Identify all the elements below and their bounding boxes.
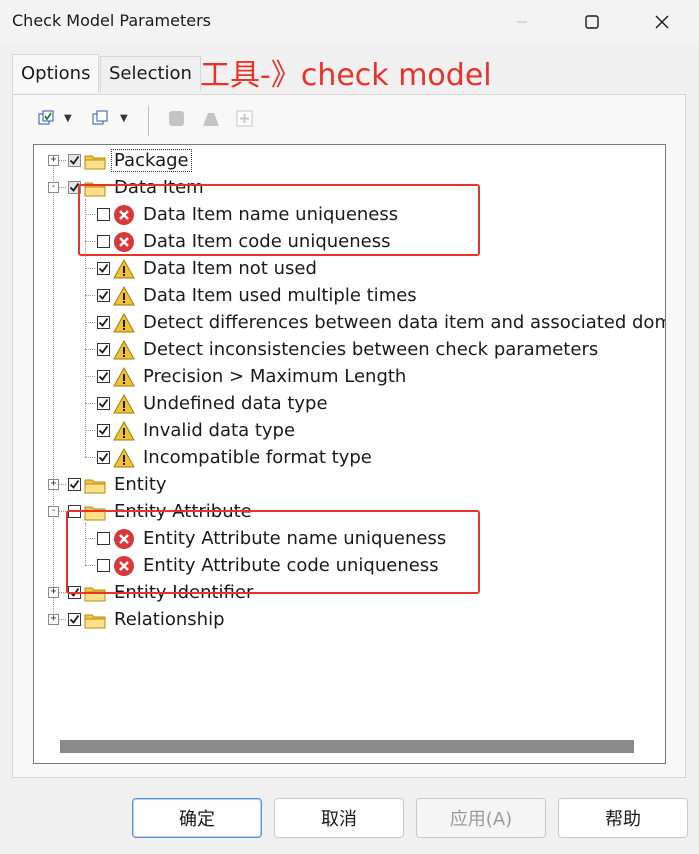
tree-connector (85, 457, 95, 458)
checkbox[interactable] (68, 613, 81, 626)
ok-button[interactable]: 确定 (132, 798, 262, 838)
checkbox[interactable] (97, 343, 110, 356)
checkbox[interactable] (68, 478, 81, 491)
tree-item-label: Data Item used multiple times (143, 285, 417, 306)
tree-check-item[interactable]: Undefined data type (85, 390, 330, 417)
tree-connector (53, 161, 54, 621)
tree-connector (85, 349, 95, 350)
collapse-icon[interactable]: - (48, 182, 59, 193)
triangle-icon[interactable] (200, 108, 222, 130)
tree-connector (85, 268, 95, 269)
tree-connector (59, 511, 66, 512)
add-icon[interactable] (234, 108, 256, 130)
tree-item-label: Package (111, 149, 192, 172)
tree-category-node[interactable]: + Relationship (48, 606, 227, 633)
uncheck-all-dropdown-icon[interactable]: ▼ (120, 108, 132, 130)
tree-connector (59, 592, 66, 593)
tree-check-item[interactable]: Precision > Maximum Length (85, 363, 408, 390)
checkbox[interactable] (97, 451, 110, 464)
close-button[interactable] (627, 0, 697, 44)
tree-item-label: Detect inconsistencies between check par… (143, 339, 599, 360)
checkbox[interactable] (97, 289, 110, 302)
checkbox[interactable] (97, 370, 110, 383)
expand-icon[interactable]: + (48, 614, 59, 625)
tree-item-label: Entity (114, 474, 167, 495)
collapse-icon[interactable]: - (48, 506, 59, 517)
cancel-button[interactable]: 取消 (274, 798, 404, 838)
horizontal-scrollbar[interactable] (60, 740, 634, 753)
check-all-icon[interactable] (36, 108, 58, 130)
minimize-button[interactable] (487, 0, 557, 44)
tree-connector (59, 160, 66, 161)
warning-icon (113, 285, 135, 307)
maximize-button[interactable] (557, 0, 627, 44)
tree-item-label: Incompatible format type (143, 447, 372, 468)
checkbox[interactable] (97, 397, 110, 410)
help-button[interactable]: 帮助 (558, 798, 688, 838)
checkbox[interactable] (97, 424, 110, 437)
folder-icon (84, 150, 106, 172)
tree-item-label: Invalid data type (143, 420, 296, 441)
warning-icon (113, 312, 135, 334)
folder-icon (84, 609, 106, 631)
annotation-text: 工具-》check model (200, 58, 492, 93)
tree-item-label: Relationship (114, 609, 225, 630)
tree-category-node[interactable]: + Package (48, 147, 192, 174)
warning-icon (113, 339, 135, 361)
tab-options[interactable]: Options (12, 54, 100, 93)
highlight-box-data-item (78, 184, 480, 256)
warning-icon (113, 366, 135, 388)
tree-connector (85, 376, 95, 377)
close-icon (655, 15, 669, 29)
tree-connector (85, 403, 95, 404)
warning-icon (113, 393, 135, 415)
tree-connector (85, 430, 95, 431)
tree-toolbar: ▼ ▼ (24, 104, 324, 138)
window-title: Check Model Parameters (12, 11, 212, 30)
checkbox[interactable] (97, 262, 110, 275)
expand-icon[interactable]: + (48, 155, 59, 166)
check-all-dropdown-icon[interactable]: ▼ (64, 108, 76, 130)
tree-check-item[interactable]: Data Item not used (85, 255, 319, 282)
tree-check-item[interactable]: Detect inconsistencies between check par… (85, 336, 600, 363)
tree-category-node[interactable]: + Entity (48, 471, 169, 498)
checkbox[interactable] (97, 316, 110, 329)
title-bar: Check Model Parameters (0, 0, 699, 44)
maximize-icon (585, 15, 599, 29)
tree-connector (59, 484, 66, 485)
tree-item-label: Detect differences between data item and… (143, 312, 666, 333)
folder-icon (84, 474, 106, 496)
warning-icon (113, 420, 135, 442)
dialog-window: Check Model Parameters Options Selection… (0, 0, 699, 854)
toolbar-separator (148, 106, 149, 136)
tree-item-label: Undefined data type (143, 393, 328, 414)
tree-connector (85, 295, 95, 296)
warning-icon (113, 258, 135, 280)
tree-item-label: Precision > Maximum Length (143, 366, 407, 387)
expand-icon[interactable]: + (48, 479, 59, 490)
stop-icon[interactable] (166, 108, 188, 130)
minimize-icon (517, 21, 527, 23)
tree-item-label: Data Item not used (143, 258, 317, 279)
warning-icon (113, 447, 135, 469)
tab-selection[interactable]: Selection (100, 56, 201, 91)
tree-connector (59, 187, 66, 188)
highlight-box-entity-attribute (66, 510, 480, 594)
tree-check-item[interactable]: Incompatible format type (85, 444, 374, 471)
tree-check-item[interactable]: Detect differences between data item and… (85, 309, 666, 336)
apply-button[interactable]: 应用(A) (416, 798, 546, 838)
tree-connector (59, 619, 66, 620)
tree-check-item[interactable]: Invalid data type (85, 417, 297, 444)
tree-connector (85, 322, 95, 323)
checkbox[interactable] (68, 154, 81, 167)
expand-icon[interactable]: + (48, 587, 59, 598)
uncheck-all-icon[interactable] (90, 108, 112, 130)
tree-check-item[interactable]: Data Item used multiple times (85, 282, 419, 309)
